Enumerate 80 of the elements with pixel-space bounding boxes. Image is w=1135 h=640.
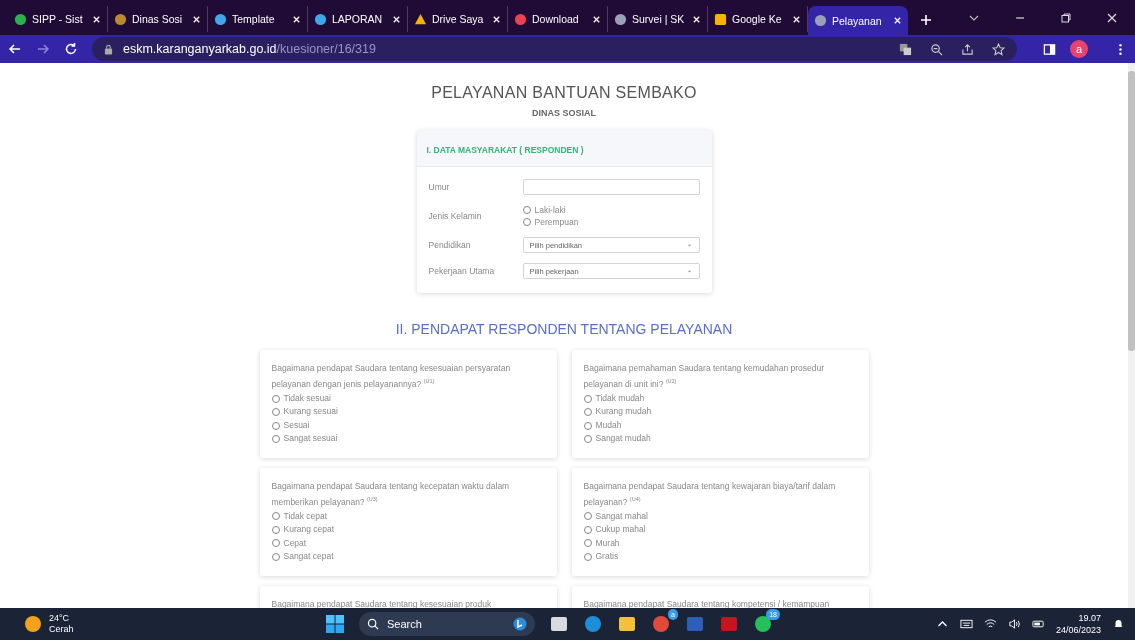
browser-tab[interactable]: Download xyxy=(508,6,608,32)
question-text: Bagaimana pendapat Saudara tentang kewajaran biaya/tarif dalam pelayanan? $^{(U4)}$ xyxy=(583,479,837,509)
page-subtitle: DINAS SOSIAL xyxy=(532,108,596,118)
radio-option[interactable]: Gratis xyxy=(583,550,857,564)
notification-bell-icon[interactable] xyxy=(1112,618,1125,630)
profile-avatar[interactable]: a xyxy=(1070,40,1088,58)
question-text: Bagaimana pendapat Saudara tentang kesesuaian persyaratan pelayanan dengan jenis pelayanannya? $^{(U1)}$ xyxy=(271,362,512,391)
clock-date: 24/06/2023 xyxy=(1055,624,1101,636)
address-bar[interactable]: eskm.karanganyarkab.go.id/kuesioner/16/319 xyxy=(92,37,1017,61)
radio-option[interactable]: Tidak sesuai xyxy=(271,391,545,406)
browser-tab[interactable]: Drive Saya xyxy=(408,6,508,32)
radio-option[interactable]: Cepat xyxy=(271,536,545,551)
radio-option[interactable]: Mudah xyxy=(583,418,857,433)
search-icon xyxy=(367,618,379,630)
search-field[interactable]: Search xyxy=(359,612,535,636)
app-icon[interactable] xyxy=(549,614,569,634)
temperature: 24°C xyxy=(49,613,71,624)
reload-icon[interactable] xyxy=(64,42,78,56)
question-text: Bagaimana pendapat Saudara tentang kesesuaian produk xyxy=(271,597,493,608)
windows-start-icon[interactable] xyxy=(325,614,345,634)
site-icon xyxy=(14,12,27,26)
field-label: Pekerjaan Utama xyxy=(428,266,496,276)
page-title: PELAYANAN BANTUAN SEMBAKO xyxy=(431,84,697,102)
question-text: Bagaimana pendapat Saudara tentang kompetensi / kemampuan xyxy=(583,597,831,608)
section-heading: I. DATA MASYARAKAT ( RESPONDEN ) xyxy=(426,145,584,155)
field-label: Umur xyxy=(428,182,451,192)
site-icon xyxy=(514,12,527,26)
radio-option[interactable]: Perempuan xyxy=(522,217,579,227)
close-icon[interactable] xyxy=(1106,12,1118,24)
radio-option[interactable]: Sesuai xyxy=(271,418,545,433)
sun-icon xyxy=(25,616,41,632)
back-icon[interactable] xyxy=(8,42,22,56)
radio-option[interactable]: Kurang sesuai xyxy=(271,405,545,419)
restore-icon[interactable] xyxy=(1060,12,1072,24)
radio-option[interactable]: Kurang cepat xyxy=(271,523,545,537)
radio-option[interactable]: Sangat mudah xyxy=(583,432,857,446)
side-panel-icon[interactable] xyxy=(1043,42,1056,56)
new-tab-icon[interactable] xyxy=(920,14,932,26)
browser-tab[interactable]: LAPORAN xyxy=(308,6,408,32)
site-icon xyxy=(314,12,327,26)
browser-tab[interactable]: Template xyxy=(208,6,308,32)
lock-icon xyxy=(104,43,113,55)
scrollbar-thumb[interactable] xyxy=(1128,71,1135,351)
zoom-out-icon[interactable] xyxy=(930,42,943,56)
browser-tab[interactable]: Dinas Sosi xyxy=(108,6,208,32)
clock-time: 19.07 xyxy=(1078,612,1101,624)
share-icon[interactable] xyxy=(961,42,974,56)
keyboard-icon[interactable] xyxy=(959,618,973,630)
battery-icon[interactable] xyxy=(1031,618,1045,630)
folder-icon[interactable] xyxy=(617,614,637,634)
radio-option[interactable]: Sangat mahal xyxy=(583,509,857,524)
radio-option[interactable]: Murah xyxy=(583,536,857,551)
volume-icon[interactable] xyxy=(1007,618,1021,630)
radio-option[interactable]: Kurang mudah xyxy=(583,405,857,419)
input-field[interactable] xyxy=(522,179,700,195)
site-icon xyxy=(814,14,827,27)
radio-option[interactable]: Cukup mahal xyxy=(583,523,857,537)
radio-option[interactable]: Sangat sesuai xyxy=(271,432,545,446)
radio-option[interactable]: Tidak mudah xyxy=(583,391,857,406)
radio-option[interactable]: Tidak cepat xyxy=(271,509,545,524)
question-text: Bagaimana pemahaman Saudara tentang kemudahan prosedur pelayanan di unit ini? $^{(U2)}$ xyxy=(583,362,826,391)
radio-option[interactable]: Sangat cepat xyxy=(271,550,545,564)
site-icon xyxy=(714,12,727,26)
field-label: Pendidikan xyxy=(428,240,472,250)
app-icon[interactable] xyxy=(651,614,671,634)
site-icon xyxy=(214,12,227,26)
browser-tab[interactable]: Survei | SK xyxy=(608,6,708,32)
field-label: Jenis Kelamin xyxy=(428,211,483,221)
browser-tab[interactable]: Pelayanan xyxy=(808,6,908,35)
browser-tab[interactable]: SIPP - Sist xyxy=(8,6,108,32)
question-text: Bagaimana pendapat Saudara tentang kecepatan waktu dalam memberikan pelayanan? $^{(U3)}$ xyxy=(271,479,511,509)
section-heading: II. PENDAPAT RESPONDEN TENTANG PELAYANAN xyxy=(395,321,733,337)
radio-option[interactable]: Laki-laki xyxy=(522,205,579,215)
star-icon[interactable] xyxy=(992,42,1005,56)
weather-condition: Cerah xyxy=(49,624,74,635)
site-icon xyxy=(414,12,427,26)
wifi-icon[interactable] xyxy=(983,618,997,630)
forward-icon[interactable] xyxy=(36,42,50,56)
site-icon xyxy=(614,12,627,26)
site-icon xyxy=(114,12,127,26)
